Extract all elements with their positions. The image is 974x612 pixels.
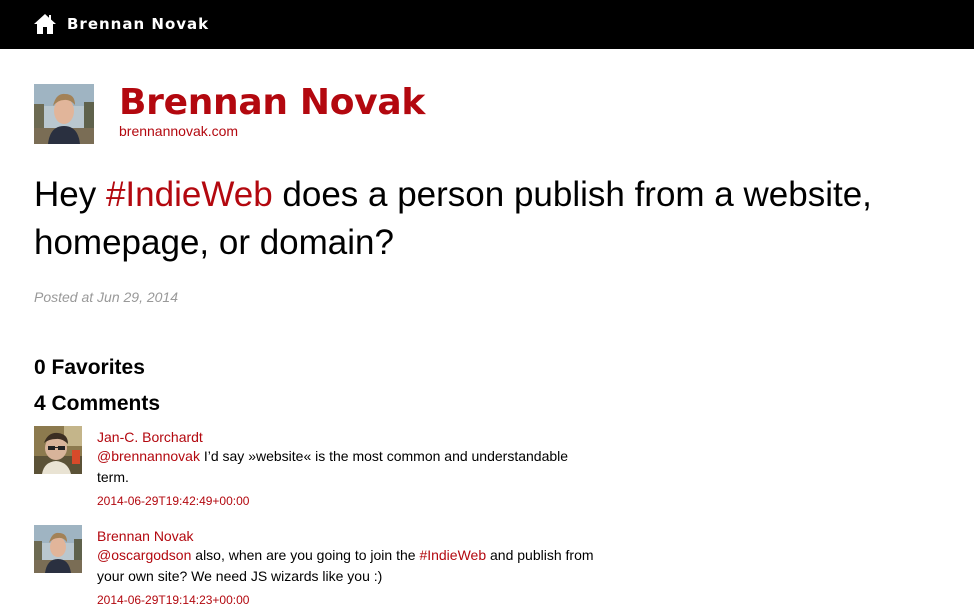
comment-text: @oscargodson also, when are you going to… [97,545,594,587]
home-link[interactable]: Brennan Novak [34,12,209,36]
home-icon [34,14,56,34]
comment-text: @brennannovak I’d say »website« is the m… [97,446,594,488]
comments-heading: 4 Comments [34,392,161,415]
post-content: Hey #IndieWeb does a person publish from… [34,171,954,267]
comment-author-link[interactable]: Brennan Novak [97,528,594,544]
mention-link[interactable]: @brennannovak [97,448,200,464]
comment-author-link[interactable]: Jan-C. Borchardt [97,429,594,445]
author-avatar[interactable] [34,84,94,144]
post-hashtag-link[interactable]: #IndieWeb [106,175,273,214]
top-navigation-bar: Brennan Novak [0,0,974,49]
author-website-link[interactable]: brennannovak.com [119,123,238,139]
comment-timestamp-link[interactable]: 2014-06-29T19:14:23+00:00 [97,593,594,607]
comment-hashtag-link[interactable]: #IndieWeb [419,547,486,563]
comment-text-part: also, when are you going to join the [191,547,420,563]
author-name-link[interactable]: Brennan Novak [119,82,425,123]
commenter-avatar[interactable] [34,426,82,474]
favorites-heading: 0 Favorites [34,356,145,379]
comment-timestamp-link[interactable]: 2014-06-29T19:42:49+00:00 [97,494,594,508]
mention-link[interactable]: @oscargodson [97,547,191,563]
commenter-avatar[interactable] [34,525,82,573]
posted-date: Posted at Jun 29, 2014 [34,289,178,305]
site-name: Brennan Novak [67,15,210,33]
post-text-before: Hey [34,175,106,214]
